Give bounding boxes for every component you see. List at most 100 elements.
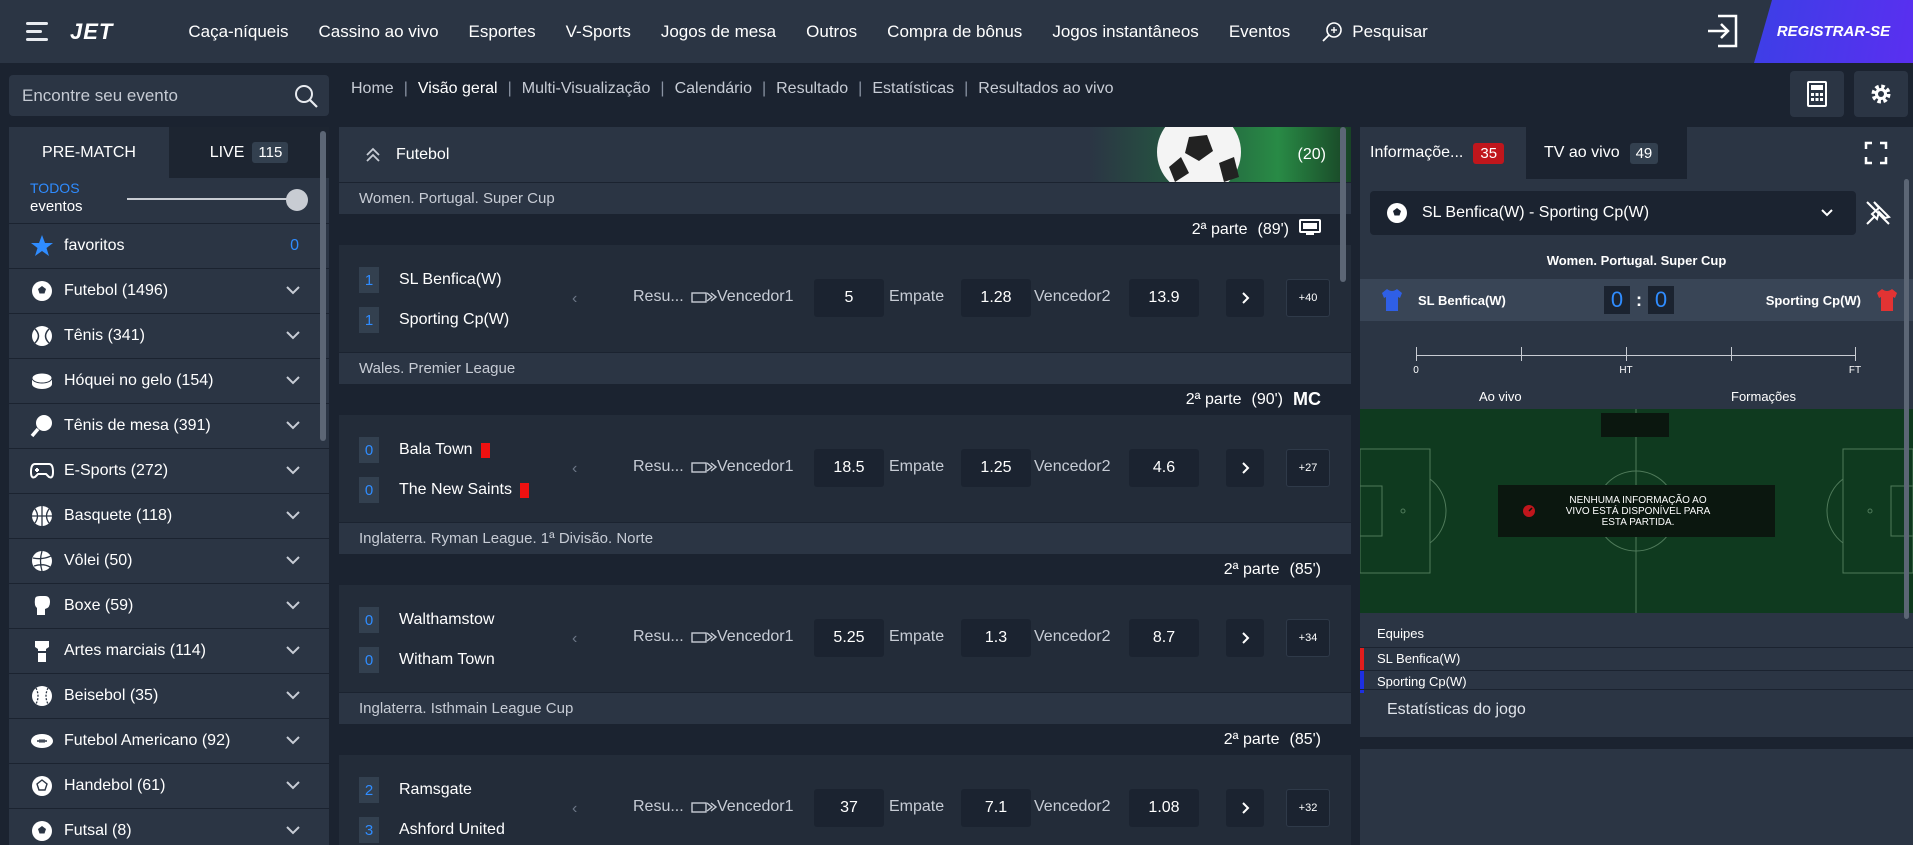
breadcrumb-overview[interactable]: Visão geral	[416, 80, 500, 98]
home-team[interactable]: 0 Walthamstow	[359, 607, 494, 633]
event-search-input[interactable]	[22, 85, 282, 106]
away-team[interactable]: 0 The New Saints	[359, 477, 529, 503]
sidebar-item-sport[interactable]: Vôlei (50)	[9, 538, 329, 583]
odd-button-w2[interactable]: 4.6	[1129, 449, 1199, 487]
sidebar-item-sport[interactable]: Artes marciais (114)	[9, 628, 329, 673]
time-slider-track[interactable]	[127, 198, 297, 200]
sidebar-item-sport[interactable]: Hóquei no gelo (154)	[9, 358, 329, 403]
chevron-down-icon[interactable]	[284, 686, 302, 709]
chevron-down-icon[interactable]	[284, 596, 302, 619]
odd-button-w1[interactable]: 5.25	[814, 619, 884, 657]
sidebar-item-sport[interactable]: Futebol (1496)	[9, 268, 329, 313]
sidebar-item-sport[interactable]: Tênis (341)	[9, 313, 329, 358]
odd-button-x[interactable]: 1.25	[961, 449, 1031, 487]
nav-item[interactable]: Jogos de mesa	[646, 22, 791, 42]
home-team[interactable]: 0 Bala Town	[359, 437, 490, 463]
more-markets-button[interactable]: +40	[1286, 279, 1330, 317]
league-name[interactable]: Inglaterra. Isthmain League Cup	[339, 692, 1351, 724]
sidebar-item-sport[interactable]: Futebol Americano (92)	[9, 718, 329, 763]
match-row[interactable]: 2 Ramsgate 3 Ashford United ‹ Resu... Vencedor…	[339, 755, 1351, 845]
away-team[interactable]: 3 Ashford United	[359, 817, 505, 843]
sport-group-header[interactable]: Futebol (20)	[339, 127, 1351, 182]
breadcrumb-home[interactable]: Home	[349, 80, 396, 98]
league-name[interactable]: Inglaterra. Ryman League. 1ª Divisão. No…	[339, 522, 1351, 554]
nav-item[interactable]: V-Sports	[551, 22, 646, 42]
settings-button[interactable]	[1854, 71, 1908, 117]
odd-button-w1[interactable]: 18.5	[814, 449, 884, 487]
calculator-button[interactable]	[1790, 71, 1844, 117]
chevron-down-icon[interactable]	[284, 641, 302, 664]
breadcrumb-multiview[interactable]: Multi-Visualização	[520, 80, 653, 98]
home-team[interactable]: 2 Ramsgate	[359, 777, 472, 803]
match-center-icon[interactable]: MC	[1293, 389, 1321, 410]
center-scrollbar[interactable]	[1340, 127, 1346, 282]
market-prev-icon[interactable]: ‹	[572, 290, 577, 308]
chevron-down-icon[interactable]	[284, 281, 302, 304]
more-markets-button[interactable]: +34	[1286, 619, 1330, 657]
market-prev-icon[interactable]: ‹	[572, 460, 577, 478]
menu-icon[interactable]	[26, 0, 66, 63]
more-markets-button[interactable]: +27	[1286, 449, 1330, 487]
next-market-button[interactable]	[1226, 619, 1264, 657]
tab-lineups[interactable]: Formações	[1731, 389, 1796, 404]
match-selector[interactable]: SL Benfica(W) - Sporting Cp(W)	[1370, 191, 1856, 235]
odd-button-w1[interactable]: 37	[814, 789, 884, 827]
chevron-down-icon[interactable]	[284, 731, 302, 754]
fullscreen-icon[interactable]	[1864, 141, 1888, 165]
sidebar-item-sport[interactable]: Futsal (8)	[9, 808, 329, 845]
sidebar-item-sport[interactable]: Boxe (59)	[9, 583, 329, 628]
game-statistics-header[interactable]: Estatísticas do jogo	[1360, 689, 1913, 729]
odd-button-x[interactable]: 1.28	[961, 279, 1031, 317]
sidebar-item-sport[interactable]: Beisebol (35)	[9, 673, 329, 718]
breadcrumb-live-results[interactable]: Resultados ao vivo	[976, 80, 1115, 98]
chevron-down-icon[interactable]	[284, 371, 302, 394]
tab-live-tv[interactable]: TV ao vivo 49	[1526, 127, 1687, 179]
tab-live-tracker[interactable]: Ao vivo	[1479, 389, 1522, 404]
next-market-button[interactable]	[1226, 789, 1264, 827]
odd-button-x[interactable]: 7.1	[961, 789, 1031, 827]
odd-button-w2[interactable]: 1.08	[1129, 789, 1199, 827]
breadcrumb-results[interactable]: Resultado	[774, 80, 850, 98]
nav-item[interactable]: Outros	[791, 22, 872, 42]
time-filter-all[interactable]: TODOS	[30, 180, 80, 196]
chevron-down-icon[interactable]	[284, 776, 302, 799]
nav-item[interactable]: Caça-níqueis	[173, 22, 303, 42]
more-markets-button[interactable]: +32	[1286, 789, 1330, 827]
login-button[interactable]	[1706, 12, 1742, 50]
chevron-down-icon[interactable]	[284, 326, 302, 349]
search-icon[interactable]	[293, 83, 319, 109]
market-prev-icon[interactable]: ‹	[572, 630, 577, 648]
tab-prematch[interactable]: PRE-MATCH	[9, 127, 169, 178]
sidebar-item-favorites[interactable]: favoritos 0	[9, 223, 329, 268]
chevron-down-icon[interactable]	[284, 506, 302, 529]
away-team[interactable]: 0 Witham Town	[359, 647, 495, 673]
home-team[interactable]: 1 SL Benfica(W)	[359, 267, 502, 293]
nav-item[interactable]: Compra de bônus	[872, 22, 1037, 42]
sidebar-item-sport[interactable]: Handebol (61)	[9, 763, 329, 808]
next-market-button[interactable]	[1226, 279, 1264, 317]
match-row[interactable]: 0 Walthamstow 0 Witham Town ‹ Resu... Vencedor…	[339, 585, 1351, 692]
nav-item[interactable]: Jogos instantâneos	[1037, 22, 1214, 42]
chevron-down-icon[interactable]	[284, 461, 302, 484]
tab-live[interactable]: LIVE 115	[169, 127, 329, 178]
sidebar-item-sport[interactable]: Basquete (118)	[9, 493, 329, 538]
register-button[interactable]: REGISTRAR-SE	[1754, 0, 1913, 63]
brand-logo[interactable]: JET	[70, 19, 113, 45]
match-row[interactable]: 0 Bala Town 0 The New Saints ‹ Resu... Vencedo…	[339, 415, 1351, 522]
time-slider-handle[interactable]	[286, 189, 308, 211]
pin-icon[interactable]	[1864, 199, 1892, 227]
right-scrollbar[interactable]	[1904, 179, 1909, 619]
chevron-down-icon[interactable]	[284, 551, 302, 574]
next-market-button[interactable]	[1226, 449, 1264, 487]
nav-item[interactable]: Cassino ao vivo	[304, 22, 454, 42]
sidebar-item-sport[interactable]: E-Sports (272)	[9, 448, 329, 493]
sidebar-scrollbar[interactable]	[320, 131, 326, 441]
match-row[interactable]: 1 SL Benfica(W) 1 Sporting Cp(W) ‹ Resu... Ven…	[339, 245, 1351, 352]
odd-button-x[interactable]: 1.3	[961, 619, 1031, 657]
chevron-down-icon[interactable]	[284, 821, 302, 844]
nav-item[interactable]: Eventos	[1214, 22, 1305, 42]
league-name[interactable]: Wales. Premier League	[339, 352, 1351, 384]
away-team[interactable]: 1 Sporting Cp(W)	[359, 307, 509, 333]
breadcrumb-calendar[interactable]: Calendário	[673, 80, 754, 98]
chevron-down-icon[interactable]	[284, 416, 302, 439]
